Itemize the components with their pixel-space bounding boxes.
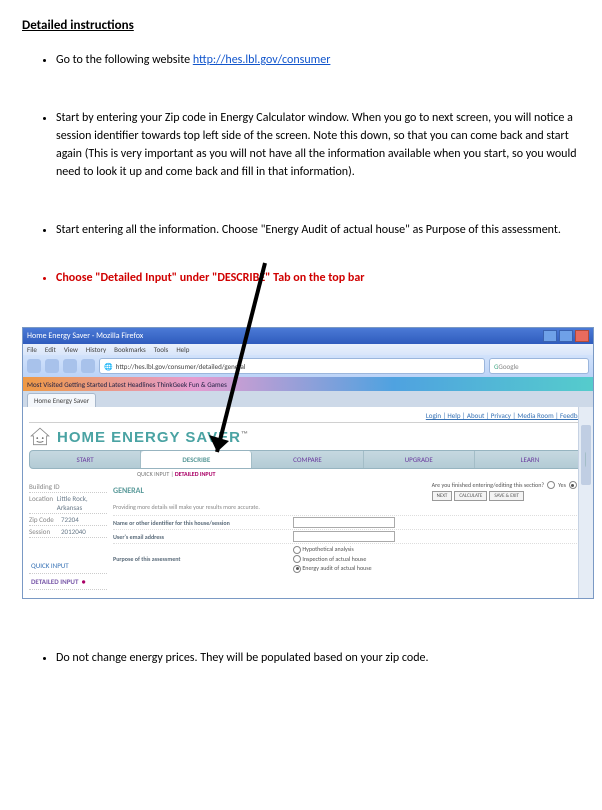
lbl-session: Session [29, 527, 61, 536]
tab-learn[interactable]: LEARN [475, 451, 586, 468]
screenshot-container: Home Energy Saver - Mozilla Firefox File… [22, 327, 580, 599]
finished-question: Are you finished entering/editing this s… [432, 481, 544, 489]
section-subtitle: Providing more details will make your re… [113, 503, 587, 511]
radio-no[interactable] [569, 481, 577, 489]
val-location: Little Rock, Arkansas [57, 494, 107, 512]
label-yes: Yes [558, 481, 566, 489]
instruction-list-2: Do not change energy prices. They will b… [22, 649, 580, 667]
label-email: User's email address [113, 533, 293, 541]
instruction-item-3: Start entering all the information. Choo… [56, 221, 580, 239]
sidebar-detailed-input[interactable]: DETAILED INPUT● [29, 574, 107, 590]
window-titlebar: Home Energy Saver - Mozilla Firefox [23, 328, 593, 344]
house-icon [29, 426, 51, 448]
lbl-building: Building ID [29, 482, 61, 491]
minimize-button[interactable] [543, 330, 557, 342]
instruction-item-4: Choose "Detailed Input" under "DESCRIBE"… [56, 269, 580, 287]
input-name[interactable] [293, 517, 395, 528]
bullet1-prefix: Go to the following website [56, 53, 193, 67]
maximize-button[interactable] [559, 330, 573, 342]
forward-button[interactable] [45, 359, 59, 373]
browser-navbar: 🌐 http://hes.lbl.gov/consumer/detailed/g… [23, 355, 593, 377]
menu-tools[interactable]: Tools [154, 345, 169, 354]
label-name: Name or other identifier for this house/… [113, 519, 293, 527]
home-button[interactable] [81, 359, 95, 373]
main-column: GENERAL Are you finished entering/editin… [113, 481, 587, 590]
sidebar: Building ID LocationLittle Rock, Arkansa… [29, 481, 107, 590]
website-link[interactable]: http://hes.lbl.gov/consumer [193, 53, 331, 67]
radio-yes[interactable] [547, 481, 555, 489]
globe-icon: 🌐 [104, 362, 113, 371]
menu-help[interactable]: Help [176, 345, 189, 354]
sidebar-quick-input[interactable]: QUICK INPUT [29, 558, 107, 574]
purpose-opt-3: Energy audit of actual house [302, 564, 371, 572]
radio-purpose-1[interactable] [293, 546, 301, 554]
menu-file[interactable]: File [27, 345, 37, 354]
document-title: Detailed instructions [22, 18, 580, 33]
val-zip: 72204 [61, 515, 79, 524]
instruction-item-2: Start by entering your Zip code in Energ… [56, 109, 580, 181]
address-url: http://hes.lbl.gov/consumer/detailed/gen… [116, 362, 246, 371]
tab-start[interactable]: START [30, 451, 141, 468]
scrollbar[interactable] [578, 407, 593, 598]
menu-view[interactable]: View [64, 345, 78, 354]
indicator-icon: ● [81, 577, 85, 586]
browser-menubar: File Edit View History Bookmarks Tools H… [23, 344, 593, 355]
input-email[interactable] [293, 531, 395, 542]
top-utility-links[interactable]: Login | Help | About | Privacy | Media R… [29, 411, 587, 423]
search-box[interactable]: G Google [489, 358, 589, 374]
purpose-opt-1: Hypothetical analysis [302, 545, 353, 553]
instruction-item-1: Go to the following website http://hes.l… [56, 51, 580, 69]
sidebar-detailed-label: DETAILED INPUT [31, 577, 78, 586]
menu-bookmarks[interactable]: Bookmarks [114, 345, 146, 354]
subtab-quick[interactable]: QUICK INPUT [137, 470, 169, 478]
tab-compare[interactable]: COMPARE [252, 451, 363, 468]
window-buttons [543, 330, 589, 342]
bookmarks-bar: Most Visited Getting Started Latest Head… [23, 377, 593, 391]
back-button[interactable] [27, 359, 41, 373]
search-placeholder: Google [498, 362, 518, 371]
label-purpose: Purpose of this assessment [113, 555, 293, 563]
window-title: Home Energy Saver - Mozilla Firefox [27, 331, 143, 341]
val-session: 2012040 [61, 527, 86, 536]
instruction-item-5: Do not change energy prices. They will b… [56, 649, 580, 667]
purpose-opt-2: Inspection of actual house [302, 555, 366, 563]
section-heading-general: GENERAL [113, 486, 144, 496]
tab-upgrade[interactable]: UPGRADE [364, 451, 475, 468]
page-content: Login | Help | About | Privacy | Media R… [23, 407, 593, 598]
lbl-zip: Zip Code [29, 515, 61, 524]
address-bar[interactable]: 🌐 http://hes.lbl.gov/consumer/detailed/g… [99, 358, 485, 374]
close-button[interactable] [575, 330, 589, 342]
tm-mark: ™ [241, 431, 249, 438]
reload-button[interactable] [63, 359, 77, 373]
browser-window: Home Energy Saver - Mozilla Firefox File… [22, 327, 594, 599]
lbl-location: Location [29, 494, 57, 512]
instruction-list: Go to the following website http://hes.l… [22, 51, 580, 287]
browser-tab[interactable]: Home Energy Saver [27, 393, 96, 407]
browser-tabs: Home Energy Saver [23, 391, 593, 407]
tab-describe[interactable]: DESCRIBE [141, 451, 252, 468]
save-exit-button[interactable]: SAVE & EXIT [489, 491, 524, 501]
subtab-detailed[interactable]: DETAILED INPUT [175, 470, 216, 478]
radio-purpose-3[interactable] [293, 565, 301, 573]
banner-title: HOME ENERGY SAVER [57, 429, 241, 446]
hes-banner: HOME ENERGY SAVER™ [29, 426, 587, 448]
hes-nav-tabs: START DESCRIBE COMPARE UPGRADE LEARN [29, 450, 587, 469]
calculate-button[interactable]: CALCULATE [454, 491, 487, 501]
banner-text: HOME ENERGY SAVER™ [57, 429, 249, 446]
menu-edit[interactable]: Edit [45, 345, 56, 354]
panel: Building ID LocationLittle Rock, Arkansa… [29, 481, 587, 590]
menu-history[interactable]: History [86, 345, 106, 354]
next-button[interactable]: NEXT [432, 491, 453, 501]
radio-purpose-2[interactable] [293, 555, 301, 563]
subtabs: QUICK INPUT | DETAILED INPUT [137, 470, 587, 478]
